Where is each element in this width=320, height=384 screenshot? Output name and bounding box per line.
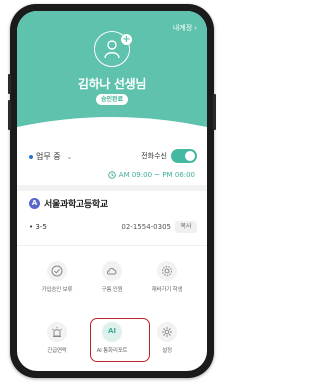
my-account-label: 내계정 — [172, 24, 193, 32]
school-name: 서울과학고등학교 — [44, 200, 108, 210]
user-icon — [104, 40, 120, 59]
clock-icon — [108, 171, 116, 179]
avatar[interactable]: + — [94, 31, 132, 67]
class-name: • 3-5 — [29, 223, 47, 231]
toggle-knob — [185, 151, 195, 161]
chevron-down-icon: ⌄ — [66, 152, 73, 161]
phone-number: 02-1554-0305 — [121, 223, 171, 231]
settings-icon — [162, 327, 172, 337]
volume-button-down — [8, 100, 11, 130]
school-header: A 서울과학고등학교 — [29, 197, 108, 210]
menu-item-approval-hold[interactable]: 가입승인 보류 — [29, 257, 85, 303]
class-row: • 3-5 02-1554-0305 복사 — [29, 221, 197, 235]
work-status-row: 업무 중 ⌄ 전화수신 — [29, 149, 197, 165]
call-receive-toggle[interactable] — [171, 149, 197, 163]
work-status-dropdown[interactable]: 업무 중 ⌄ — [29, 151, 73, 162]
highlight-box — [90, 318, 150, 362]
class-number: 3-5 — [35, 223, 47, 231]
menu-item-label: 가입승인 보류 — [41, 287, 73, 293]
work-status-label: 업무 중 — [36, 152, 61, 161]
cloud-icon — [107, 267, 117, 275]
gear-icon — [162, 266, 172, 276]
menu-item-cloud-members[interactable]: 구름 인원 — [84, 257, 140, 303]
call-receive-label: 전화수신 — [141, 152, 167, 160]
check-circle-icon — [51, 265, 63, 277]
menu-item-label: 재바가기 학생 — [151, 287, 183, 293]
menu-item-label: 구름 인원 — [101, 287, 123, 293]
add-photo-icon[interactable]: + — [121, 34, 132, 45]
section-divider — [17, 185, 207, 191]
alert-icon — [52, 327, 62, 337]
section-divider-thin — [17, 245, 207, 246]
copy-button[interactable]: 복사 — [175, 221, 197, 233]
header-wave — [17, 117, 207, 147]
volume-button — [8, 74, 11, 94]
my-account-link[interactable]: 내계정 › — [173, 23, 197, 33]
work-hours: AM 09:00 ~ PM 06:00 — [108, 171, 195, 179]
work-hours-text: AM 09:00 ~ PM 06:00 — [118, 171, 195, 179]
phone-frame: 내계정 › + 김하나 선생님 승인완료 업무 중 ⌄ 전화수신 AM 09:0… — [8, 4, 216, 378]
menu-item-emergency[interactable]: 긴급연락 — [29, 318, 85, 364]
menu-item-students[interactable]: 재바가기 학생 — [139, 257, 195, 303]
school-icon: A — [29, 198, 40, 209]
user-name: 김하나 선생님 — [77, 77, 147, 91]
status-dot-icon — [29, 154, 33, 159]
status-badge: 승인완료 — [96, 94, 128, 105]
power-button — [213, 94, 216, 130]
app-screen: 내계정 › + 김하나 선생님 승인완료 업무 중 ⌄ 전화수신 AM 09:0… — [17, 11, 207, 371]
chevron-right-icon: › — [194, 24, 197, 32]
menu-item-label: 긴급연락 — [47, 348, 67, 354]
